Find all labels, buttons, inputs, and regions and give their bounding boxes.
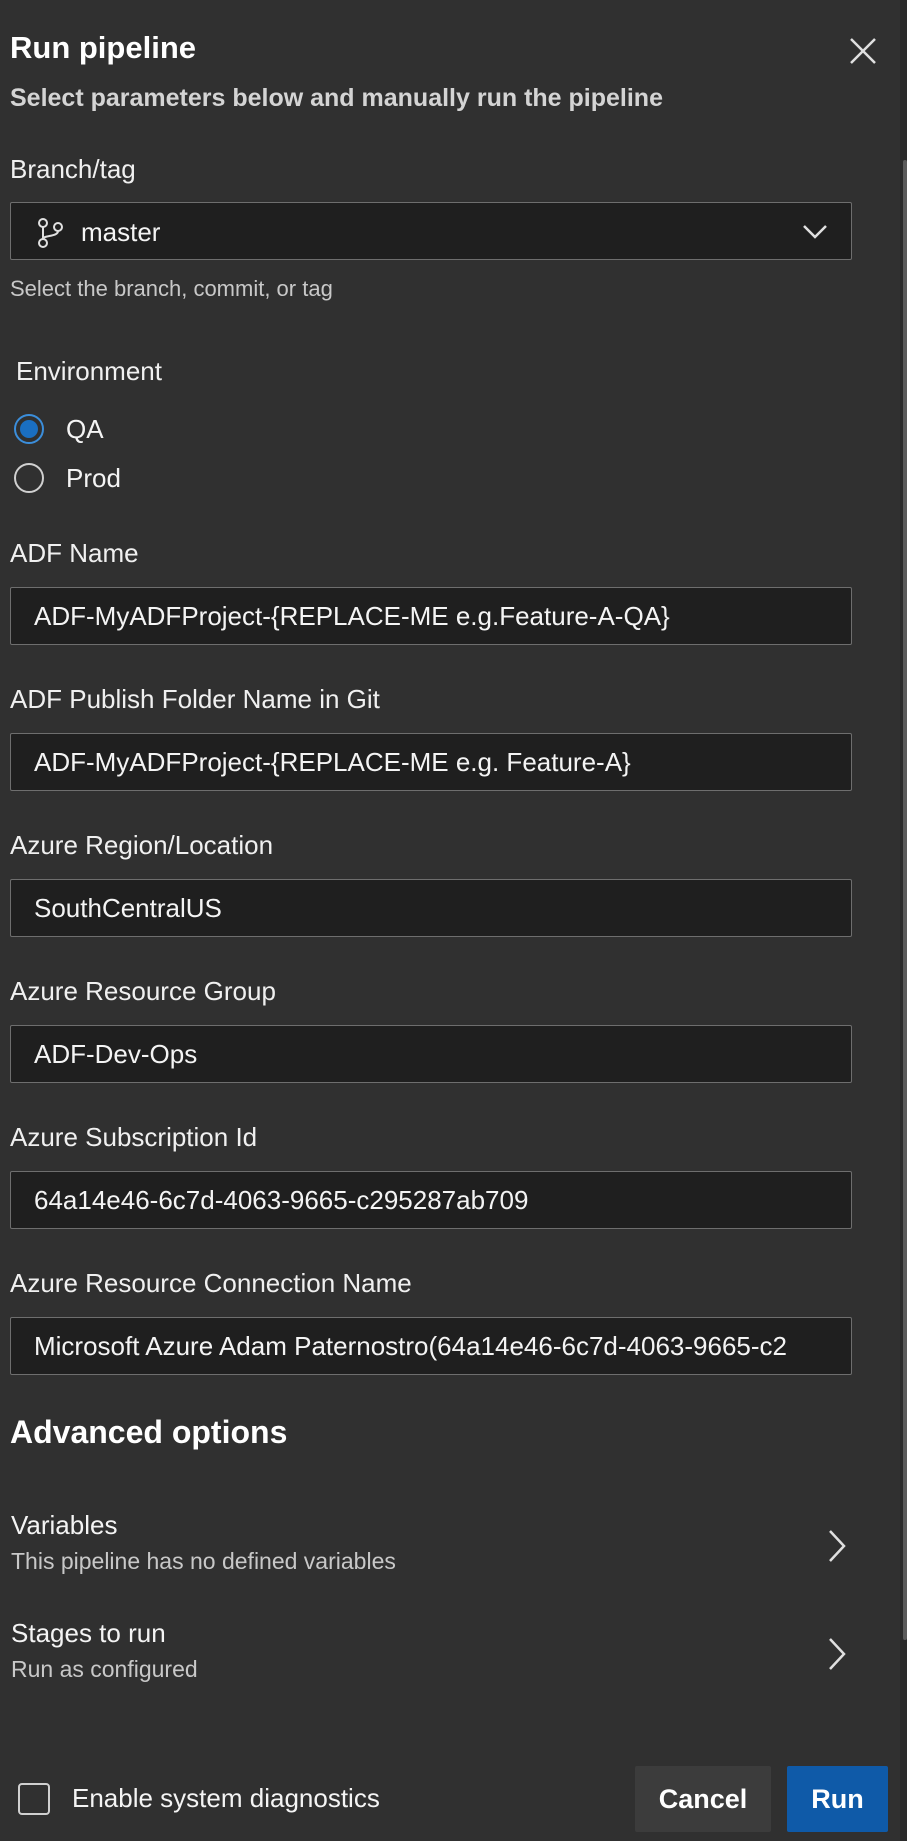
resource-group-input[interactable]: ADF-Dev-Ops: [10, 1025, 852, 1083]
stages-subtitle: Run as configured: [11, 1656, 198, 1682]
resource-group-label: Azure Resource Group: [10, 976, 276, 1006]
connection-name-value: Microsoft Azure Adam Paternostro(64a14e4…: [34, 1330, 787, 1361]
radio-option-qa[interactable]: QA: [14, 412, 104, 446]
region-input[interactable]: SouthCentralUS: [10, 879, 852, 937]
adf-name-input[interactable]: ADF-MyADFProject-{REPLACE-ME e.g.Feature…: [10, 587, 852, 645]
chevron-down-icon: [803, 225, 827, 239]
connection-name-label: Azure Resource Connection Name: [10, 1268, 412, 1298]
radio-option-prod[interactable]: Prod: [14, 461, 121, 495]
branch-hint: Select the branch, commit, or tag: [10, 276, 333, 301]
resource-group-value: ADF-Dev-Ops: [34, 1038, 198, 1069]
chevron-right-icon: [829, 1530, 846, 1562]
radio-label-qa: QA: [66, 413, 104, 444]
diagnostics-label[interactable]: Enable system diagnostics: [72, 1783, 380, 1814]
radio-button-qa[interactable]: [14, 414, 44, 444]
chevron-right-icon: [829, 1638, 846, 1670]
diagnostics-checkbox[interactable]: [18, 1783, 50, 1815]
dialog-title: Run pipeline: [10, 30, 196, 65]
stages-row[interactable]: Stages to run Run as configured: [0, 1618, 860, 1698]
adf-name-label: ADF Name: [10, 538, 139, 568]
run-button[interactable]: Run: [787, 1766, 888, 1832]
radio-button-prod[interactable]: [14, 463, 44, 493]
publish-folder-value: ADF-MyADFProject-{REPLACE-ME e.g. Featur…: [34, 746, 631, 777]
close-icon: [850, 38, 876, 64]
variables-title: Variables: [11, 1510, 118, 1540]
advanced-options-title: Advanced options: [10, 1414, 288, 1450]
branch-icon: [38, 218, 63, 248]
adf-name-value: ADF-MyADFProject-{REPLACE-ME e.g.Feature…: [34, 600, 670, 631]
dialog-subtitle: Select parameters below and manually run…: [10, 84, 663, 112]
subscription-id-value: 64a14e46-6c7d-4063-9665-c295287ab709: [34, 1184, 529, 1215]
run-pipeline-panel: Run pipeline Select parameters below and…: [0, 0, 907, 1841]
publish-folder-label: ADF Publish Folder Name in Git: [10, 684, 380, 714]
branch-value: master: [81, 217, 161, 247]
variables-row[interactable]: Variables This pipeline has no defined v…: [0, 1510, 860, 1590]
close-button[interactable]: [846, 34, 880, 68]
publish-folder-input[interactable]: ADF-MyADFProject-{REPLACE-ME e.g. Featur…: [10, 733, 852, 791]
scrollbar-thumb[interactable]: [903, 160, 907, 1640]
scrollbar[interactable]: [900, 0, 907, 1841]
cancel-button[interactable]: Cancel: [635, 1766, 771, 1832]
stages-title: Stages to run: [11, 1618, 166, 1648]
region-label: Azure Region/Location: [10, 830, 274, 860]
branch-label: Branch/tag: [10, 154, 136, 184]
environment-label: Environment: [16, 356, 162, 386]
subscription-id-input[interactable]: 64a14e46-6c7d-4063-9665-c295287ab709: [10, 1171, 852, 1229]
radio-label-prod: Prod: [66, 462, 121, 493]
connection-name-input[interactable]: Microsoft Azure Adam Paternostro(64a14e4…: [10, 1317, 852, 1375]
branch-select[interactable]: master: [10, 202, 852, 260]
region-value: SouthCentralUS: [34, 892, 222, 923]
subscription-id-label: Azure Subscription Id: [10, 1122, 258, 1152]
variables-subtitle: This pipeline has no defined variables: [11, 1548, 396, 1574]
